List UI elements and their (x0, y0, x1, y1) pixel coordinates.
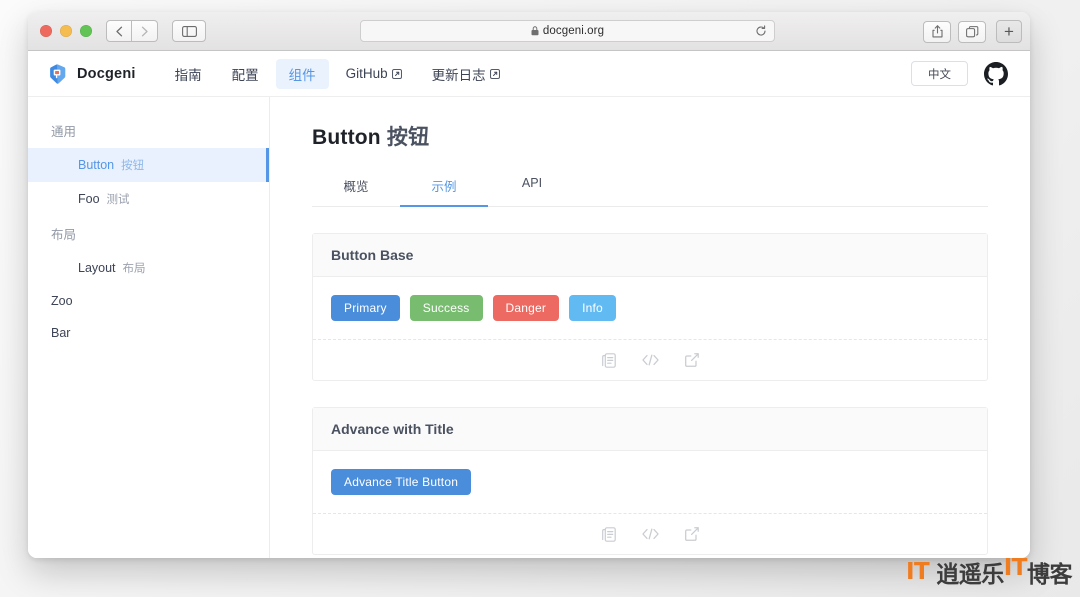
example-title: Button Base (313, 234, 987, 277)
new-tab-button[interactable]: + (996, 20, 1022, 43)
external-link-icon (391, 68, 402, 79)
demo-button-primary[interactable]: Primary (331, 295, 400, 321)
sidebar-group-common: 通用 (51, 125, 77, 139)
sidebar-item-layout[interactable]: Layout 布局 (28, 251, 269, 285)
watermark: IT 逍遥乐 IT 博客 (906, 555, 1073, 589)
tab-api[interactable]: API (488, 167, 576, 207)
header-right: 中文 (911, 61, 1008, 86)
sidebar-item-label: Layout (78, 261, 116, 275)
back-button[interactable] (106, 20, 132, 42)
sidebar-group-layout: 布局 (51, 228, 77, 242)
main-nav: 指南 配置 组件 GitHub 更新日志 (162, 58, 513, 89)
main-content: Button 按钮 概览 示例 API Button Base Primary … (270, 97, 1030, 558)
page-title: Button 按钮 (312, 121, 988, 151)
sidebar-item-label: Zoo (51, 294, 73, 308)
sidebar-item-label-cn: 布局 (122, 263, 146, 275)
doc-tabs: 概览 示例 API (312, 167, 988, 207)
lock-icon (531, 26, 539, 36)
share-icon[interactable] (923, 20, 951, 43)
nav-item-label: 指南 (174, 67, 202, 83)
sidebar-item-label: Bar (51, 326, 71, 340)
sidebar-toggle-icon[interactable] (172, 20, 206, 42)
brand[interactable]: Docgeni (42, 63, 136, 85)
watermark-text-1: 逍遥乐 (936, 562, 1004, 588)
nav-item-label: 配置 (231, 67, 259, 83)
watermark-prefix: IT (906, 559, 930, 585)
watermark-text-2: IT (1003, 555, 1028, 581)
demo-button-danger[interactable]: Danger (492, 295, 560, 321)
demo-button-info[interactable]: Info (569, 295, 616, 321)
nav-item-label: 更新日志 (431, 67, 486, 83)
nav-item-guide[interactable]: 指南 (162, 59, 215, 89)
close-window-button[interactable] (40, 25, 52, 37)
example-card-advance-with-title: Advance with Title Advance Title Button (312, 407, 988, 555)
brand-name: Docgeni (77, 65, 136, 82)
sidebar-item-zoo[interactable]: Zoo (28, 285, 269, 317)
site-header: Docgeni 指南 配置 组件 GitHub 更新日志 中文 (28, 51, 1030, 97)
toolbar-right-group: + (923, 20, 1022, 43)
open-external-icon[interactable] (684, 353, 699, 367)
minimize-window-button[interactable] (60, 25, 72, 37)
nav-item-config[interactable]: 配置 (219, 59, 272, 89)
docgeni-logo-icon (46, 63, 68, 85)
example-title: Advance with Title (313, 408, 987, 451)
example-card-button-base: Button Base Primary Success Danger Info (312, 233, 988, 381)
example-actions (313, 513, 987, 554)
sidebar-item-label: Foo (78, 192, 100, 206)
tab-examples[interactable]: 示例 (400, 167, 488, 207)
example-body: Primary Success Danger Info (313, 277, 987, 339)
demo-button-success[interactable]: Success (409, 295, 483, 321)
sidebar-item-button[interactable]: Button 按钮 (28, 148, 269, 182)
browser-toolbar: docgeni.org + (28, 12, 1030, 51)
maximize-window-button[interactable] (80, 25, 92, 37)
nav-item-components[interactable]: 组件 (275, 58, 329, 89)
demo-button-advance-title[interactable]: Advance Title Button (331, 469, 472, 495)
external-link-icon (489, 68, 500, 79)
example-actions (313, 339, 987, 380)
traffic-lights (40, 25, 92, 37)
nav-item-label: GitHub (345, 66, 388, 81)
watermark-text: 逍遥乐 IT 博客 (936, 555, 1072, 589)
page-content: Docgeni 指南 配置 组件 GitHub 更新日志 中文 通用 Butto… (28, 51, 1030, 558)
watermark-text-3: 博客 (1027, 562, 1073, 588)
tab-overview[interactable]: 概览 (312, 167, 400, 207)
body-row: 通用 Button 按钮 Foo 测试 布局 Layout 布局 Zoo Bar… (28, 97, 1030, 558)
sidebar-item-foo[interactable]: Foo 测试 (28, 182, 269, 216)
language-switcher[interactable]: 中文 (911, 61, 968, 86)
nav-item-label: 组件 (288, 67, 316, 83)
browser-window: docgeni.org + Docgeni 指南 配置 组件 GitHub 更新… (28, 12, 1030, 558)
forward-button[interactable] (132, 20, 158, 42)
copy-icon[interactable] (601, 352, 616, 368)
page-title-en: Button (312, 126, 381, 149)
code-icon[interactable] (641, 528, 659, 540)
tab-overview-icon[interactable] (958, 20, 986, 43)
sidebar: 通用 Button 按钮 Foo 测试 布局 Layout 布局 Zoo Bar (28, 97, 270, 558)
nav-item-github[interactable]: GitHub (333, 61, 415, 86)
reload-icon[interactable] (755, 25, 767, 37)
sidebar-item-label: Button (78, 158, 115, 172)
sidebar-item-bar[interactable]: Bar (28, 317, 269, 349)
address-bar[interactable]: docgeni.org (360, 20, 775, 42)
open-external-icon[interactable] (684, 527, 699, 541)
nav-button-group (106, 20, 158, 42)
example-body: Advance Title Button (313, 451, 987, 513)
sidebar-item-label-cn: 测试 (106, 194, 130, 206)
code-icon[interactable] (641, 354, 659, 366)
github-icon[interactable] (984, 61, 1008, 86)
url-text: docgeni.org (542, 25, 605, 37)
copy-icon[interactable] (601, 526, 616, 542)
nav-item-changelog[interactable]: 更新日志 (419, 59, 513, 89)
sidebar-item-label-cn: 按钮 (121, 160, 145, 172)
page-title-cn: 按钮 (386, 126, 430, 149)
